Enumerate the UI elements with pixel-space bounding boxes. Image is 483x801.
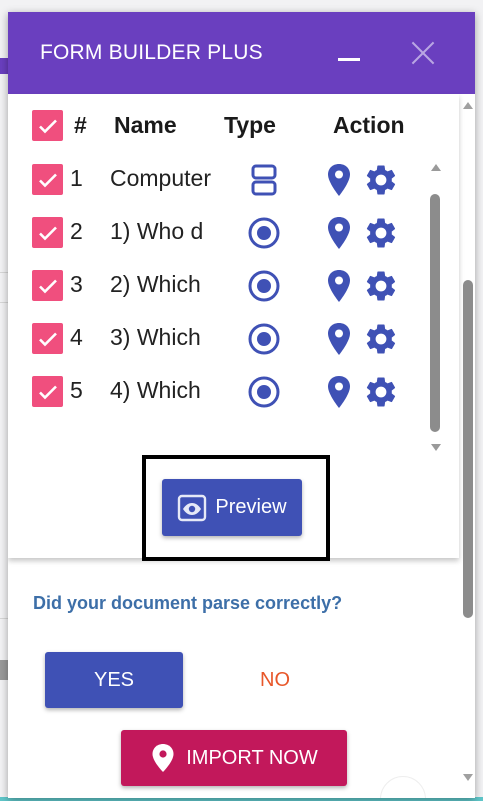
section-icon bbox=[251, 164, 277, 196]
row-name: Computer bbox=[110, 165, 211, 191]
row-number: 3 bbox=[70, 271, 83, 297]
radio-icon bbox=[248, 270, 280, 302]
row-name: 4) Which bbox=[110, 377, 201, 403]
gear-icon[interactable] bbox=[363, 162, 399, 198]
panel-header: FORM BUILDER PLUS bbox=[8, 12, 475, 94]
fields-list: 1 Computer 2 1) Who d 3 2) Which 4 3) Wh… bbox=[32, 164, 432, 429]
table-row: 2 1) Who d bbox=[32, 217, 432, 270]
table-row: 1 Computer bbox=[32, 164, 432, 217]
decorative-circle bbox=[380, 776, 426, 798]
gear-icon[interactable] bbox=[363, 321, 399, 357]
column-header-action: Action bbox=[333, 112, 405, 138]
panel-scrollbar[interactable] bbox=[461, 94, 475, 798]
table-row: 4 3) Which bbox=[32, 323, 432, 376]
import-now-button[interactable]: IMPORT NOW bbox=[121, 730, 347, 786]
preview-button[interactable]: Preview bbox=[162, 479, 302, 536]
map-pin-icon[interactable] bbox=[324, 374, 354, 410]
radio-icon bbox=[248, 217, 280, 249]
yes-button[interactable]: YES bbox=[45, 652, 183, 708]
table-header: # Name Type Action bbox=[32, 110, 432, 142]
map-pin-icon[interactable] bbox=[324, 162, 354, 198]
gear-icon[interactable] bbox=[363, 215, 399, 251]
scroll-down-arrow[interactable] bbox=[431, 444, 441, 451]
scrollbar-thumb[interactable] bbox=[463, 280, 473, 618]
row-number: 5 bbox=[70, 377, 83, 403]
radio-icon bbox=[248, 376, 280, 408]
row-checkbox[interactable] bbox=[32, 217, 63, 248]
column-header-name: Name bbox=[114, 112, 177, 138]
close-icon[interactable] bbox=[408, 38, 438, 68]
fields-card: # Name Type Action 1 Computer 2 1) Who d… bbox=[8, 94, 459, 561]
gear-icon[interactable] bbox=[363, 268, 399, 304]
scroll-up-arrow[interactable] bbox=[463, 102, 473, 109]
table-row: 3 2) Which bbox=[32, 270, 432, 323]
row-checkbox[interactable] bbox=[32, 323, 63, 354]
row-number: 4 bbox=[70, 324, 83, 350]
radio-icon bbox=[248, 323, 280, 355]
row-number: 2 bbox=[70, 218, 83, 244]
column-header-number: # bbox=[74, 112, 87, 138]
eye-icon bbox=[178, 494, 207, 521]
select-all-checkbox[interactable] bbox=[32, 110, 63, 141]
row-checkbox[interactable] bbox=[32, 164, 63, 195]
map-pin-icon[interactable] bbox=[324, 321, 354, 357]
scrollbar-thumb[interactable] bbox=[430, 194, 440, 432]
scroll-down-arrow[interactable] bbox=[463, 774, 473, 781]
check-icon bbox=[38, 332, 57, 346]
preview-label: Preview bbox=[215, 496, 287, 518]
check-icon bbox=[38, 119, 57, 133]
scroll-up-arrow[interactable] bbox=[431, 164, 441, 171]
row-checkbox[interactable] bbox=[32, 376, 63, 407]
background-element bbox=[0, 660, 8, 680]
fields-scrollbar[interactable] bbox=[428, 164, 444, 454]
column-header-type: Type bbox=[224, 112, 276, 138]
row-name: 1) Who d bbox=[110, 218, 204, 244]
row-name: 2) Which bbox=[110, 271, 201, 297]
row-number: 1 bbox=[70, 165, 83, 191]
table-row: 5 4) Which bbox=[32, 376, 432, 429]
check-icon bbox=[38, 279, 57, 293]
row-checkbox[interactable] bbox=[32, 270, 63, 301]
parse-question: Did your document parse correctly? bbox=[33, 593, 343, 613]
map-pin-icon[interactable] bbox=[324, 215, 354, 251]
check-icon bbox=[38, 226, 57, 240]
map-pin-icon[interactable] bbox=[324, 268, 354, 304]
panel-title: FORM BUILDER PLUS bbox=[40, 41, 263, 64]
check-icon bbox=[38, 385, 57, 399]
no-button[interactable]: NO bbox=[240, 664, 310, 696]
map-pin-icon bbox=[152, 744, 174, 772]
gear-icon[interactable] bbox=[363, 374, 399, 410]
check-icon bbox=[38, 173, 57, 187]
import-now-label: IMPORT NOW bbox=[186, 746, 318, 769]
row-name: 3) Which bbox=[110, 324, 201, 350]
minimize-icon[interactable] bbox=[338, 58, 360, 61]
form-builder-panel: FORM BUILDER PLUS # Name Type Action 1 C… bbox=[8, 12, 475, 798]
